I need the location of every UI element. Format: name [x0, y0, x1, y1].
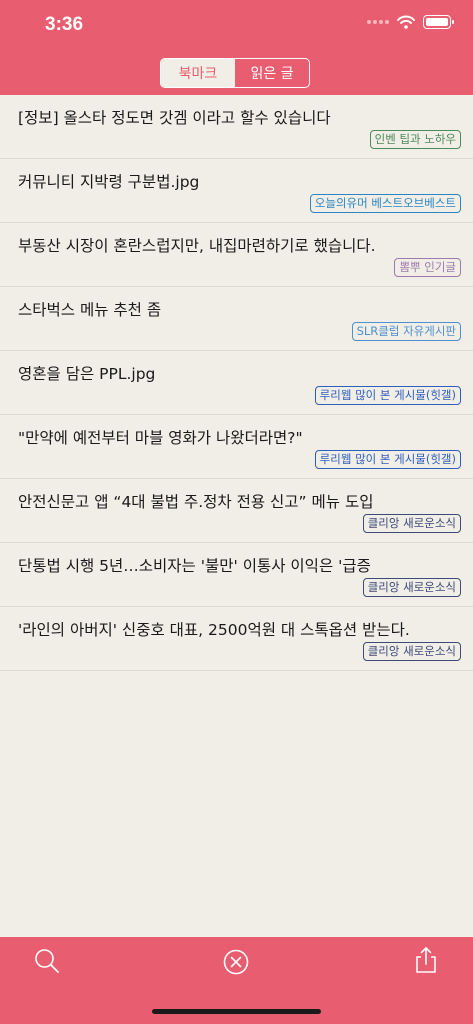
source-badge: 루리웹 많이 본 게시물(힛갤)	[314, 450, 461, 469]
tab-read-posts[interactable]: 읽은 글	[235, 59, 309, 87]
source-badge: 클리앙 새로운소식	[362, 514, 461, 533]
list-item[interactable]: 안전신문고 앱 “4대 불법 주.정차 전용 신고” 메뉴 도입클리앙 새로운소…	[0, 479, 473, 543]
article-title: 단통법 시행 5년…소비자는 '불만' 이통사 이익은 '급증	[18, 557, 371, 575]
signal-icon	[367, 20, 389, 24]
search-icon[interactable]	[34, 948, 60, 974]
status-icons	[367, 15, 454, 29]
clear-icon[interactable]	[223, 949, 249, 975]
article-title: 안전신문고 앱 “4대 불법 주.정차 전용 신고” 메뉴 도입	[18, 493, 374, 511]
list-item[interactable]: 부동산 시장이 혼란스럽지만, 내집마련하기로 했습니다. 뽐뿌 인기글	[0, 223, 473, 287]
source-badge: 오늘의유머 베스트오브베스트	[309, 194, 461, 213]
battery-icon	[423, 15, 454, 29]
source-badge: SLR클럽 자유게시판	[351, 322, 461, 341]
source-badge: 루리웹 많이 본 게시물(힛갤)	[314, 386, 461, 405]
list-item[interactable]: '라인의 아버지' 신중호 대표, 2500억원 대 스톡옵션 받는다. 클리앙 …	[0, 607, 473, 671]
list-item[interactable]: 단통법 시행 5년…소비자는 '불만' 이통사 이익은 '급증클리앙 새로운소식	[0, 543, 473, 607]
article-title: '라인의 아버지' 신중호 대표, 2500억원 대 스톡옵션 받는다.	[18, 621, 410, 639]
source-badge: 클리앙 새로운소식	[362, 642, 461, 661]
list-item[interactable]: 영혼을 담은 PPL.jpg 루리웹 많이 본 게시물(힛갤)	[0, 351, 473, 415]
article-title: 스타벅스 메뉴 추천 좀	[18, 301, 162, 319]
segmented-control: 북마크 읽은 글	[160, 58, 310, 88]
wifi-icon	[397, 15, 415, 29]
article-title: [정보] 올스타 정도면 갓겜 이라고 할수 있습니다	[18, 109, 331, 127]
list-item[interactable]: 스타벅스 메뉴 추천 좀 SLR클럽 자유게시판	[0, 287, 473, 351]
source-badge: 인벤 팁과 노하우	[369, 130, 461, 149]
tab-bookmarks[interactable]: 북마크	[161, 59, 235, 87]
article-title: "만약에 예전부터 마블 영화가 나왔더라면?"	[18, 429, 303, 447]
article-title: 부동산 시장이 혼란스럽지만, 내집마련하기로 했습니다.	[18, 237, 376, 255]
article-title: 커뮤니티 지박령 구분법.jpg	[18, 173, 200, 191]
home-indicator	[152, 1009, 321, 1014]
status-time: 3:36	[45, 14, 84, 35]
list-item[interactable]: 커뮤니티 지박령 구분법.jpg 오늘의유머 베스트오브베스트	[0, 159, 473, 223]
header-bar: 3:36 북마크 읽은 글	[0, 0, 473, 95]
source-badge: 클리앙 새로운소식	[362, 578, 461, 597]
list-item[interactable]: "만약에 예전부터 마블 영화가 나왔더라면?" 루리웹 많이 본 게시물(힛갤)	[0, 415, 473, 479]
article-list: [정보] 올스타 정도면 갓겜 이라고 할수 있습니다인벤 팁과 노하우 커뮤니…	[0, 95, 473, 671]
article-title: 영혼을 담은 PPL.jpg	[18, 365, 156, 383]
source-badge: 뽐뿌 인기글	[394, 258, 461, 277]
list-item[interactable]: [정보] 올스타 정도면 갓겜 이라고 할수 있습니다인벤 팁과 노하우	[0, 95, 473, 159]
bottom-toolbar	[0, 937, 473, 1024]
share-icon[interactable]	[414, 946, 438, 974]
